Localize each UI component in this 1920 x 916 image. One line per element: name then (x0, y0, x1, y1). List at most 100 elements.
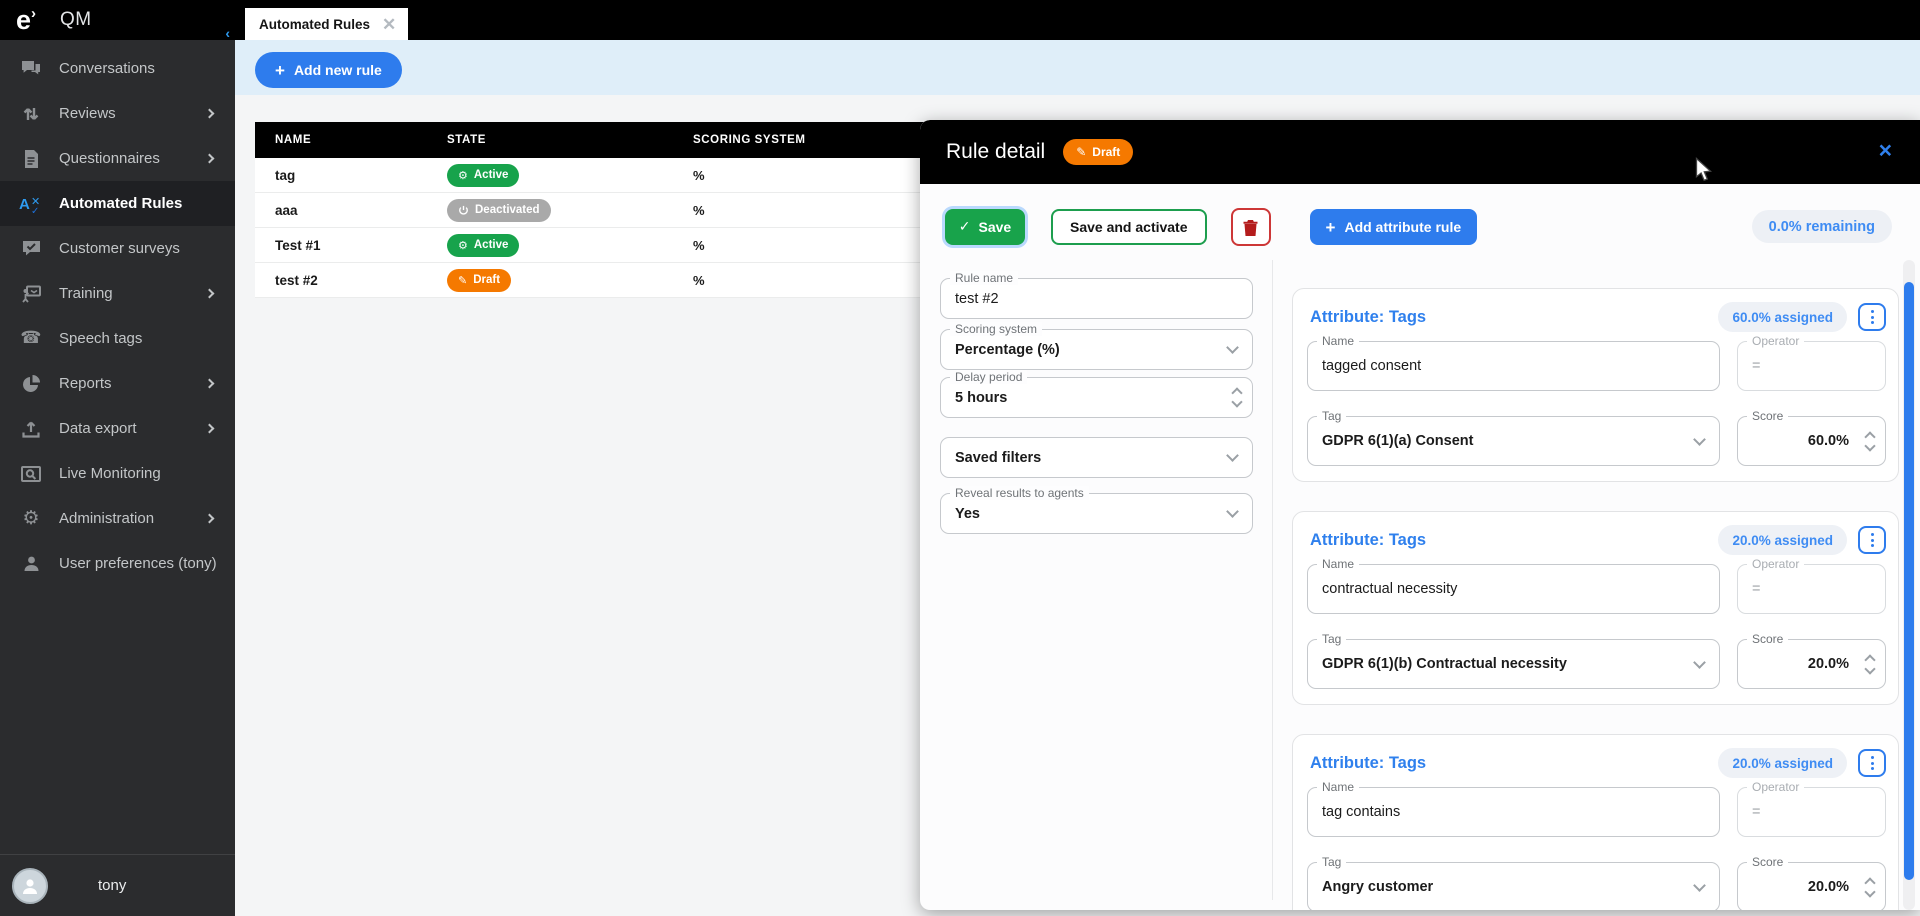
chevron-down-icon (1693, 433, 1706, 446)
card-menu-button[interactable] (1858, 303, 1886, 331)
rule-name-cell: Test #1 (255, 238, 427, 253)
sidebar-item-automated-rules[interactable]: A✕✓ Automated Rules (0, 181, 235, 226)
sidebar-item-training[interactable]: Training (0, 271, 235, 316)
card-menu-button[interactable] (1858, 526, 1886, 554)
save-button[interactable]: ✓ Save (945, 209, 1025, 245)
tag-select[interactable]: Tag GDPR 6(1)(a) Consent (1307, 416, 1720, 466)
automated-rules-icon: A✕✓ (18, 193, 44, 215)
sidebar-item-data-export[interactable]: Data export (0, 406, 235, 451)
sidebar-item-questionnaires[interactable]: Questionnaires (0, 136, 235, 181)
operator-field: Operator = (1737, 787, 1886, 837)
pencil-icon: ✎ (1076, 145, 1086, 159)
rule-form: Rule name test #2 Scoring system Percent… (940, 278, 1253, 534)
column-header-name: NAME (255, 134, 427, 146)
kebab-menu-icon (1871, 310, 1874, 313)
scoring-system-select[interactable]: Scoring system Percentage (%) (940, 329, 1253, 370)
sidebar-item-live-monitoring[interactable]: Live Monitoring (0, 451, 235, 496)
chevron-down-icon (1864, 440, 1875, 451)
saved-filters-select[interactable]: Saved filters (940, 437, 1253, 478)
training-icon (18, 283, 44, 305)
divider (1272, 260, 1273, 900)
operator-field: Operator = (1737, 564, 1886, 614)
app-root: e› QM ‹ Conversations Reviews (0, 0, 1920, 916)
tab-bar: Automated Rules ✕ (235, 0, 1920, 40)
chevron-down-icon (1864, 886, 1875, 897)
sidebar-item-conversations[interactable]: Conversations (0, 46, 235, 91)
chevron-down-icon (1226, 449, 1239, 462)
save-and-activate-button[interactable]: Save and activate (1051, 209, 1207, 245)
tag-select[interactable]: Tag GDPR 6(1)(b) Contractual necessity (1307, 639, 1720, 689)
close-icon[interactable]: ✕ (382, 16, 396, 33)
survey-bubble-icon (18, 238, 44, 260)
pie-chart-icon (18, 373, 44, 395)
attribute-name-field[interactable]: Name contractual necessity (1307, 564, 1720, 614)
card-menu-button[interactable] (1858, 749, 1886, 777)
tab-automated-rules[interactable]: Automated Rules ✕ (245, 8, 408, 40)
kebab-menu-icon (1871, 533, 1874, 536)
chevron-right-icon (205, 109, 215, 119)
score-stepper[interactable]: Score 60.0% (1737, 416, 1886, 466)
sidebar: e› QM ‹ Conversations Reviews (0, 0, 235, 916)
operator-field: Operator = (1737, 341, 1886, 391)
svg-text:✓: ✓ (31, 206, 39, 214)
attribute-card: Attribute: Tags 20.0% assigned Name tag … (1292, 734, 1899, 910)
chevron-right-icon (205, 154, 215, 164)
chevron-down-icon (1231, 396, 1242, 407)
sidebar-item-customer-surveys[interactable]: Customer surveys (0, 226, 235, 271)
kebab-menu-icon (1871, 756, 1874, 759)
sidebar-user-footer[interactable]: tony (0, 854, 235, 916)
person-icon (18, 553, 44, 575)
status-badge-deactivated: Deactivated (447, 199, 551, 222)
chevron-down-icon (1693, 879, 1706, 892)
plus-icon: + (1326, 219, 1336, 236)
stepper-arrows[interactable] (1866, 417, 1874, 465)
sidebar-item-user-preferences[interactable]: User preferences (tony) (0, 541, 235, 586)
chevron-right-icon (205, 289, 215, 299)
panel-title: Rule detail (946, 140, 1045, 164)
tag-select[interactable]: Tag Angry customer (1307, 862, 1720, 910)
toolbar: + Add new rule (235, 40, 1920, 95)
app-title: QM (60, 9, 92, 31)
stepper-arrows[interactable] (1233, 378, 1241, 417)
close-panel-icon[interactable]: × (1879, 136, 1892, 166)
chevron-right-icon (205, 379, 215, 389)
chat-icon (18, 58, 44, 80)
score-stepper[interactable]: Score 20.0% (1737, 862, 1886, 910)
delay-period-stepper[interactable]: Delay period 5 hours (940, 377, 1253, 418)
rule-name-cell: tag (255, 168, 427, 183)
column-header-state: STATE (427, 134, 673, 146)
score-stepper[interactable]: Score 20.0% (1737, 639, 1886, 689)
sidebar-item-reports[interactable]: Reports (0, 361, 235, 406)
sidebar-item-speech-tags[interactable]: ☎ Speech tags (0, 316, 235, 361)
attribute-cards-list: Attribute: Tags 60.0% assigned Name tagg… (1292, 288, 1899, 910)
delete-rule-button[interactable] (1231, 208, 1271, 246)
rule-name-field[interactable]: Rule name test #2 (940, 278, 1253, 319)
attribute-name-field[interactable]: Name tagged consent (1307, 341, 1720, 391)
panel-scrollbar-track[interactable] (1903, 260, 1915, 910)
document-icon (18, 148, 44, 170)
stepper-arrows[interactable] (1866, 863, 1874, 910)
svg-text:A: A (19, 196, 30, 213)
add-attribute-rule-button[interactable]: + Add attribute rule (1310, 209, 1478, 245)
chevron-down-icon (1226, 505, 1239, 518)
sidebar-collapse-icon[interactable]: ‹ (225, 25, 230, 41)
sidebar-item-reviews[interactable]: Reviews (0, 91, 235, 136)
stepper-arrows[interactable] (1866, 640, 1874, 688)
chevron-down-icon (1864, 663, 1875, 674)
remaining-percentage-chip: 0.0% remaining (1752, 210, 1892, 243)
attribute-name-field[interactable]: Name tag contains (1307, 787, 1720, 837)
status-badge-active: ⚙ Active (447, 164, 519, 187)
reveal-results-select[interactable]: Reveal results to agents Yes (940, 493, 1253, 534)
check-icon: ✓ (959, 219, 971, 235)
panel-scrollbar-thumb[interactable] (1904, 282, 1914, 880)
attribute-card-title: Attribute: Tags (1310, 531, 1718, 550)
brand-logo[interactable]: e› (16, 7, 36, 33)
gear-icon: ⚙ (458, 240, 468, 251)
plus-icon: + (275, 62, 285, 79)
power-icon (458, 205, 469, 216)
upload-icon (18, 418, 44, 440)
sidebar-item-administration[interactable]: ⚙ Administration (0, 496, 235, 541)
draft-status-badge: ✎ Draft (1063, 139, 1133, 165)
panel-actions: ✓ Save Save and activate + Add attribute… (945, 208, 1477, 246)
add-new-rule-button[interactable]: + Add new rule (255, 52, 402, 88)
